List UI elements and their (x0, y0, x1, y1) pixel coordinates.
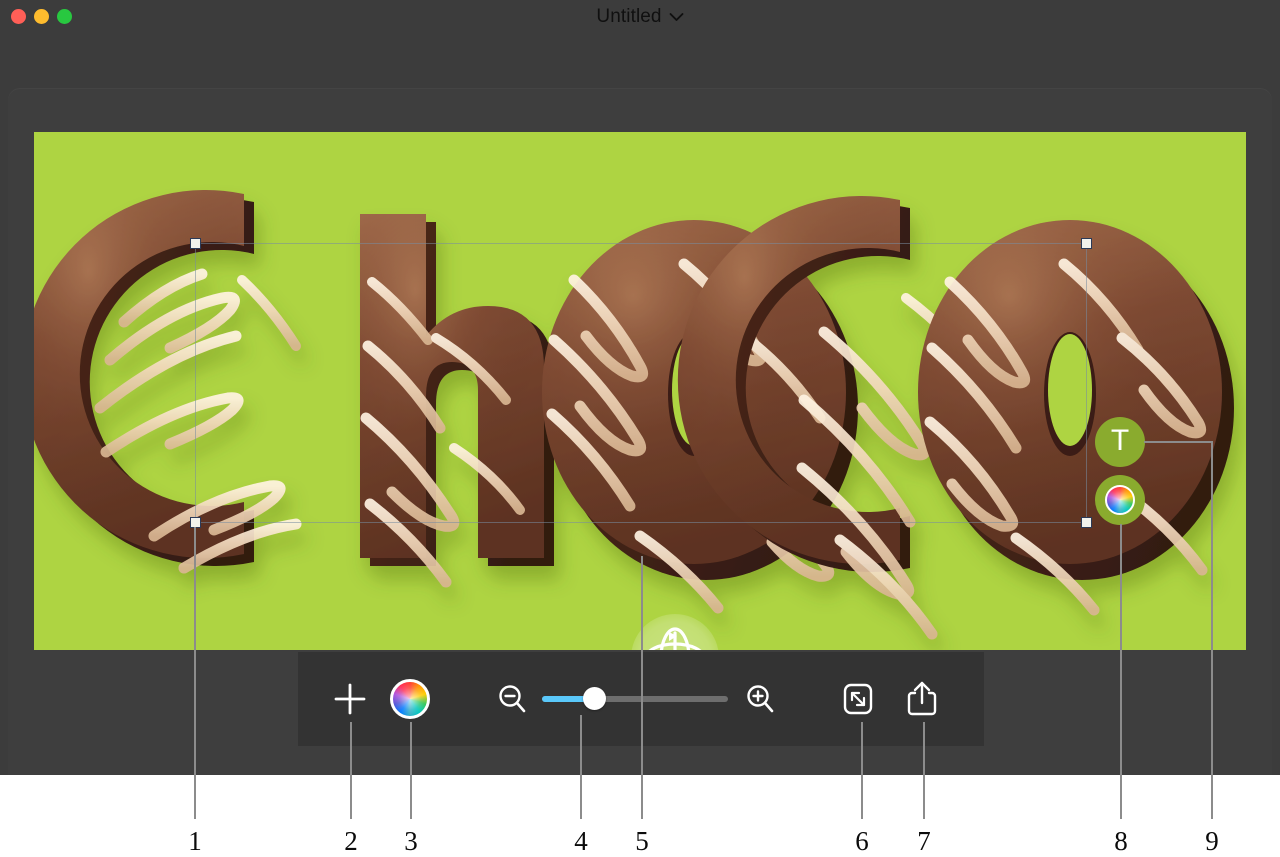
callout-5: 5 (635, 826, 649, 856)
document-title-menu[interactable]: Untitled (0, 6, 1280, 28)
callout-6: 6 (855, 826, 869, 856)
leader-line-2 (350, 722, 352, 819)
canvas[interactable]: T (34, 132, 1246, 650)
callout-9: 9 (1205, 826, 1219, 856)
callout-3: 3 (404, 826, 418, 856)
add-button[interactable] (328, 677, 372, 721)
zoom-slider-knob[interactable] (583, 687, 607, 710)
share-button[interactable] (900, 677, 944, 721)
leader-line-5 (641, 556, 643, 819)
toolbar-color-button[interactable] (388, 677, 432, 721)
floating-text-tool-button[interactable]: T (1095, 417, 1145, 467)
callout-1: 1 (188, 826, 202, 856)
letter-o-2 (918, 220, 1234, 616)
3d-rotate-icon[interactable] (641, 623, 709, 650)
text-tool-icon: T (1110, 424, 1130, 457)
leader-line-4 (580, 715, 582, 819)
zoom-in-button[interactable] (738, 677, 782, 721)
fit-to-screen-button[interactable] (836, 677, 880, 721)
callout-8: 8 (1114, 826, 1128, 856)
share-icon[interactable] (906, 680, 938, 718)
leader-line-9-vertical (1211, 441, 1213, 819)
leader-line-9-horizontal (1144, 441, 1212, 443)
titlebar: Untitled (0, 0, 1280, 50)
toolbar-right-group (836, 677, 944, 721)
letter-h (360, 214, 554, 588)
app-window: Untitled T (0, 0, 1280, 775)
toolbar-left-group (328, 677, 432, 721)
plus-icon[interactable] (333, 682, 367, 716)
floating-color-tool-button[interactable] (1095, 475, 1145, 525)
callout-4: 4 (574, 826, 588, 856)
chevron-down-icon[interactable] (669, 12, 684, 22)
zoom-out-icon[interactable] (496, 683, 528, 715)
page-title: Untitled (596, 6, 662, 27)
leader-line-6 (861, 722, 863, 819)
leader-line-7 (923, 722, 925, 819)
leader-line-3 (410, 722, 412, 819)
leader-line-8 (1120, 524, 1122, 819)
resize-fit-icon[interactable] (841, 681, 875, 717)
zoom-slider[interactable] (542, 687, 728, 711)
callout-7: 7 (917, 826, 931, 856)
letter-c-1 (34, 190, 302, 574)
zoom-in-icon[interactable] (744, 683, 776, 715)
color-wheel-icon[interactable] (1105, 485, 1135, 515)
artwork-choco-3d-text[interactable] (34, 132, 1246, 650)
color-wheel-icon[interactable] (390, 679, 430, 719)
zoom-out-button[interactable] (490, 677, 534, 721)
callout-2: 2 (344, 826, 358, 856)
leader-line-1 (194, 527, 196, 819)
zoom-controls-group (490, 677, 782, 721)
